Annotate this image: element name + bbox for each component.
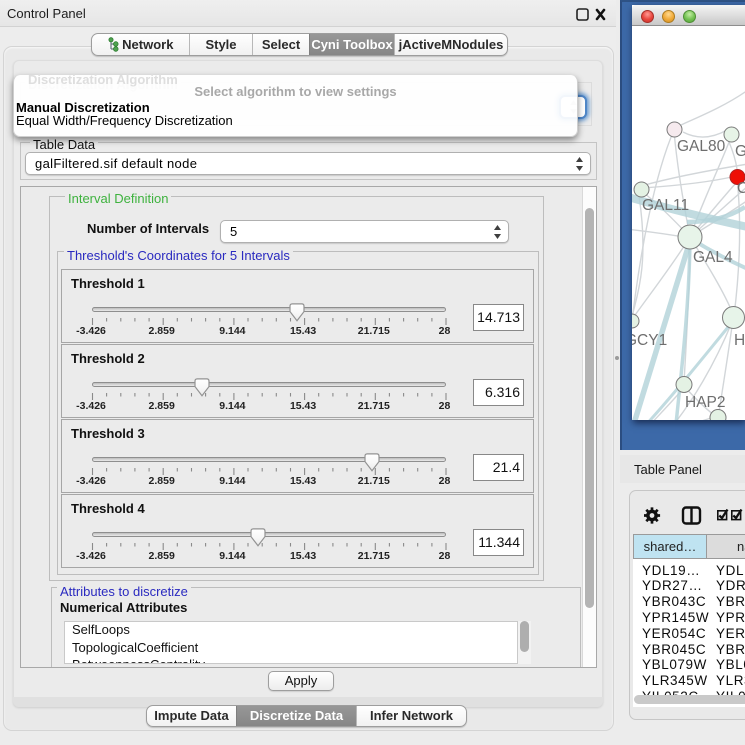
svg-text:GA: GA (735, 143, 745, 160)
svg-text:GAL11: GAL11 (642, 197, 689, 214)
svg-text:HAP2: HAP2 (685, 394, 726, 411)
svg-text:H: H (734, 332, 745, 349)
svg-text:GAL80: GAL80 (677, 138, 726, 155)
svg-text:C: C (737, 180, 745, 197)
svg-text:GCY1: GCY1 (632, 332, 667, 349)
svg-text:GAL4: GAL4 (693, 249, 733, 266)
